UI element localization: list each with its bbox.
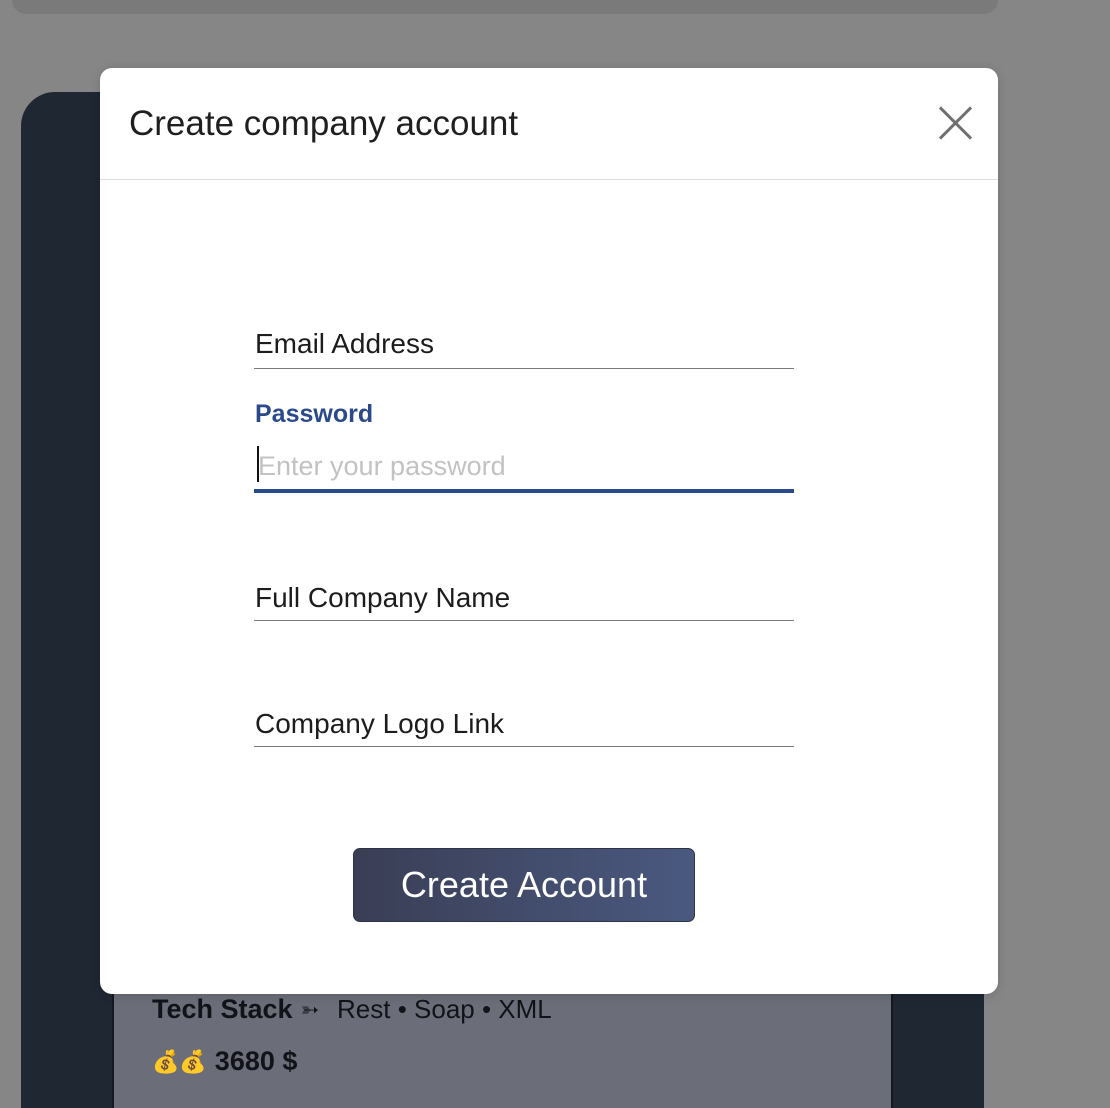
- password-underline: [254, 489, 794, 493]
- create-account-modal: Create company account Email Address Pas…: [100, 68, 998, 994]
- company-logo-link-field[interactable]: Company Logo Link: [254, 694, 794, 748]
- password-input[interactable]: [254, 444, 794, 488]
- tech-stack-values: Rest • Soap • XML: [337, 994, 552, 1024]
- background-topbar: [12, 0, 998, 14]
- modal-header: Create company account: [100, 68, 998, 180]
- create-account-button[interactable]: Create Account: [353, 848, 695, 922]
- text-caret: [257, 446, 259, 482]
- company-name-underline: [254, 620, 794, 621]
- email-underline: [254, 368, 794, 369]
- email-field[interactable]: Email Address: [254, 318, 794, 370]
- company-name-label: Full Company Name: [255, 582, 511, 613]
- email-label: Email Address: [255, 328, 434, 359]
- modal-title: Create company account: [129, 104, 519, 143]
- background-job-card: Tech Stack ➳ Rest • Soap • XML 💰💰 3680 $: [112, 980, 893, 1108]
- tech-stack-label: Tech Stack: [152, 994, 293, 1024]
- company-logo-link-underline: [254, 746, 794, 747]
- tech-stack-row: Tech Stack ➳ Rest • Soap • XML: [152, 994, 552, 1025]
- password-label: Password: [255, 400, 374, 428]
- close-icon[interactable]: [938, 106, 972, 140]
- price-value: 3680 $: [214, 1046, 298, 1076]
- price-row: 💰💰 3680 $: [152, 1046, 297, 1077]
- company-name-field[interactable]: Full Company Name: [254, 568, 794, 622]
- password-field[interactable]: Password: [254, 398, 794, 494]
- arrow-icon: ➳: [300, 996, 320, 1022]
- company-logo-link-label: Company Logo Link: [255, 708, 505, 739]
- money-bag-icon: 💰💰: [152, 1048, 207, 1074]
